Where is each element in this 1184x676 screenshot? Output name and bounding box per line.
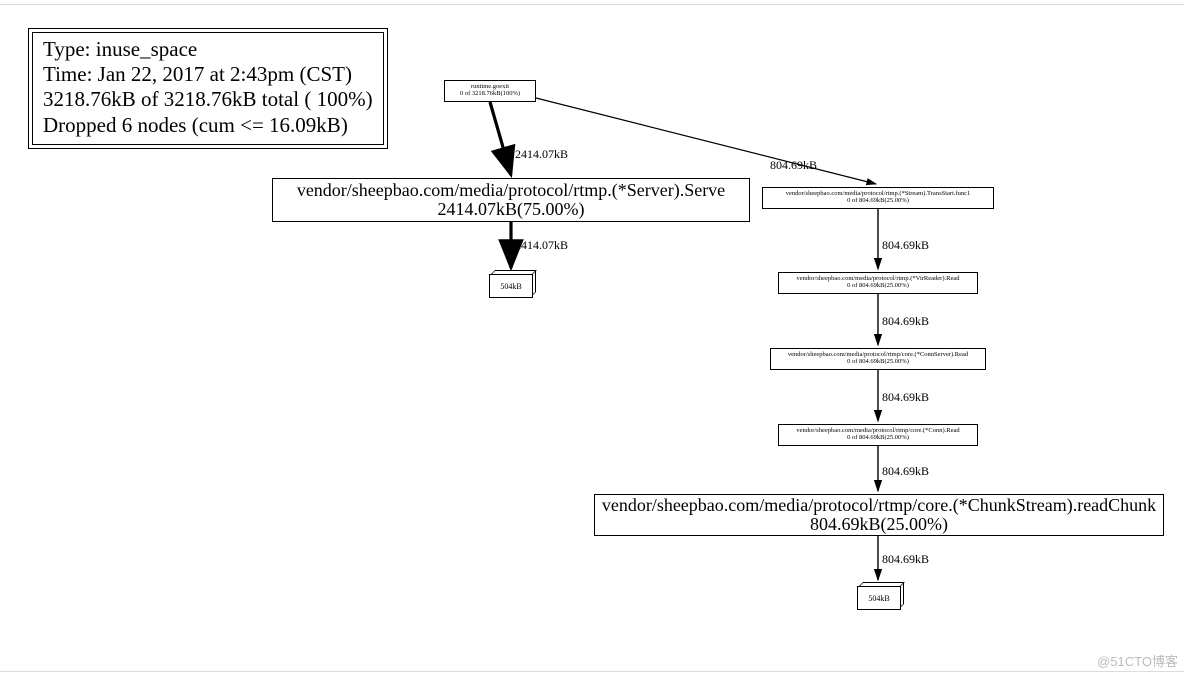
watermark-text: @51CTO博客: [1097, 651, 1178, 670]
profile-dropped-line: Dropped 6 nodes (cum <= 16.09kB): [43, 113, 373, 138]
node-label-line2: 0 of 804.69kB(25.00%): [847, 359, 909, 366]
node-chunkstream-readchunk[interactable]: vendor/sheepbao.com/media/protocol/rtmp/…: [594, 494, 1164, 536]
edge-label-chunkstream-cube: 804.69kB: [882, 552, 929, 567]
edge-root-transstart: [536, 98, 876, 184]
node-label-line2: 0 of 804.69kB(25.00%): [847, 198, 909, 205]
edge-label-root-transstart: 804.69kB: [770, 158, 817, 173]
node-label-line1: vendor/sheepbao.com/media/protocol/rtmp/…: [602, 496, 1156, 515]
edge-label-serve-cube: 2414.07kB: [515, 238, 568, 253]
profile-info-box: Type: inuse_space Time: Jan 22, 2017 at …: [28, 28, 388, 149]
node-connserver-read[interactable]: vendor/sheepbao.com/media/protocol/rtmp/…: [770, 348, 986, 370]
edge-label-connserver-conn: 804.69kB: [882, 390, 929, 405]
node-virreader-read[interactable]: vendor/sheepbao.com/media/protocol/rtmp.…: [778, 272, 978, 294]
profile-total-line: 3218.76kB of 3218.76kB total ( 100%): [43, 87, 373, 112]
edge-label-root-serve: 2414.07kB: [515, 147, 568, 162]
cube-front-face: 504kB: [489, 274, 533, 298]
node-label-line1: vendor/sheepbao.com/media/protocol/rtmp.…: [297, 181, 725, 200]
cube-front-face: 504kB: [857, 586, 901, 610]
profile-info-inner: Type: inuse_space Time: Jan 22, 2017 at …: [32, 32, 384, 145]
node-label-line2: 2414.07kB(75.00%): [438, 200, 585, 219]
node-alloc-box-right[interactable]: 504kB: [857, 582, 905, 610]
profile-time-line: Time: Jan 22, 2017 at 2:43pm (CST): [43, 62, 373, 87]
window-topbar: [0, 0, 1184, 5]
window-bottombar: [0, 671, 1184, 676]
node-alloc-box-left[interactable]: 504kB: [489, 270, 537, 298]
node-label-line2: 0 of 804.69kB(25.00%): [847, 283, 909, 290]
node-label-line2: 0 of 804.69kB(25.00%): [847, 435, 909, 442]
edge-label-virreader-connserver: 804.69kB: [882, 314, 929, 329]
node-label-line2: 804.69kB(25.00%): [810, 515, 948, 534]
node-runtime-goexit[interactable]: runtime.goexit 0 of 3218.76kB(100%): [444, 80, 536, 102]
profile-type-line: Type: inuse_space: [43, 37, 373, 62]
node-conn-read[interactable]: vendor/sheepbao.com/media/protocol/rtmp/…: [778, 424, 978, 446]
cube-label: 504kB: [868, 594, 889, 603]
edge-label-conn-chunkstream: 804.69kB: [882, 464, 929, 479]
node-label-line2: 0 of 3218.76kB(100%): [460, 91, 520, 98]
edge-label-transstart-virreader: 804.69kB: [882, 238, 929, 253]
node-server-serve[interactable]: vendor/sheepbao.com/media/protocol/rtmp.…: [272, 178, 750, 222]
edge-root-serve: [490, 102, 511, 175]
cube-label: 504kB: [500, 282, 521, 291]
node-transstart-func1[interactable]: vendor/sheepbao.com/media/protocol/rtmp.…: [762, 187, 994, 209]
